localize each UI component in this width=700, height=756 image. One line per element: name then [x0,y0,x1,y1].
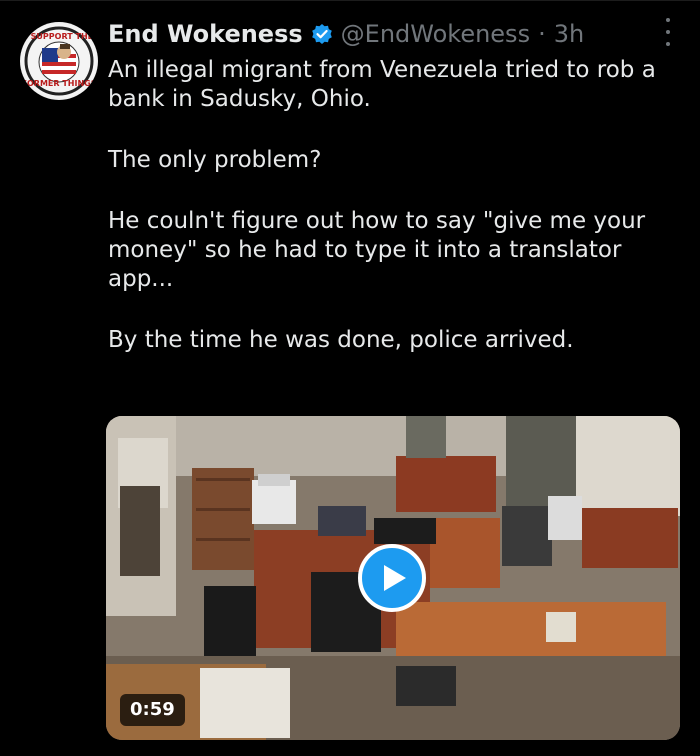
display-name[interactable]: End Wokeness [108,20,303,48]
play-icon[interactable] [358,544,426,612]
video-duration: 0:59 [120,694,185,726]
tweet-paragraph: An illegal migrant from Venezuela tried … [108,57,656,112]
tweet-header: End Wokeness @EndWokeness · 3h [108,18,668,50]
top-divider [0,0,700,1]
avatar-text-bottom: FORMER THINGS [21,79,97,88]
video-player[interactable]: 0:59 [106,416,680,740]
verified-badge-icon [311,23,333,45]
avatar[interactable]: I SUPPORT THE FORMER THINGS [20,22,98,100]
avatar-text-top: I SUPPORT THE [24,32,94,41]
tweet-paragraph: By the time he was done, police arrived. [108,327,574,353]
tweet-paragraph: He couln't figure out how to say "give m… [108,208,646,292]
more-vertical-icon[interactable] [664,18,672,46]
separator: · [538,20,546,48]
tweet-text: An illegal migrant from Venezuela tried … [108,56,678,355]
handle[interactable]: @EndWokeness [341,20,530,48]
tweet-paragraph: The only problem? [108,147,322,173]
timestamp[interactable]: 3h [554,20,584,48]
